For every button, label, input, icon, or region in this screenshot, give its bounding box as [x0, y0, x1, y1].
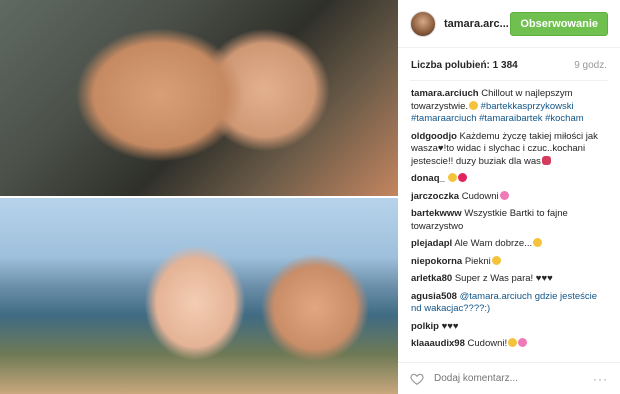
smile-emoji-icon [533, 238, 543, 247]
thumbs-up-emoji-icon [448, 173, 458, 182]
smile-emoji-icon [469, 100, 479, 110]
comments-list: tamara.arciuch Chillout w najlepszym tow… [398, 88, 620, 356]
photo-bottom-selfie [0, 198, 398, 394]
likes-row: Liczba polubień: 1 384 9 godz. [398, 60, 620, 71]
comment-text: Super z Was para! ♥♥♥ [454, 273, 553, 284]
comment-user[interactable]: agusia508 [411, 291, 457, 302]
comment-user[interactable]: plejadapl [411, 238, 452, 249]
comment-text: ♥♥♥ [441, 320, 459, 332]
comment-text: Ale Wam dobrze... [454, 238, 533, 249]
list-item: klaaaudix98 Cudowni! [411, 338, 607, 351]
likes-count[interactable]: Liczba polubień: 1 384 [411, 60, 518, 71]
comment-user[interactable]: jarczoczka [411, 191, 459, 202]
follow-button[interactable]: Obserwowanie [510, 11, 608, 36]
comment-user[interactable]: klaaaudix98 [411, 338, 465, 349]
divider [410, 80, 608, 81]
comment-text: Piekni [464, 255, 491, 267]
smile-emoji-icon [491, 255, 501, 265]
comment-user[interactable]: donaq_ [411, 173, 445, 184]
comment-user[interactable]: niepokorna [411, 256, 462, 267]
list-item: polkip ♥♥♥ [411, 321, 607, 334]
post-photo[interactable] [0, 0, 398, 394]
comment-bar: ··· [398, 362, 620, 394]
smile-emoji-icon [508, 338, 518, 347]
avatar[interactable] [410, 10, 436, 37]
comment-user[interactable]: bartekwww [411, 208, 462, 219]
heart-emoji-icon [458, 173, 468, 182]
list-item: arletka80 Super z Was para! ♥♥♥ [411, 273, 607, 286]
post-time[interactable]: 9 godz. [574, 60, 607, 71]
comment-text: Cudowni [461, 190, 499, 202]
comment-text: Cudowni! [467, 338, 508, 349]
list-item: bartekwww Wszystkie Bartki to fajne towa… [411, 208, 607, 233]
list-item: jarczoczka Cudowni [411, 190, 607, 204]
comment-user[interactable]: polkip [411, 321, 439, 332]
caption-user[interactable]: tamara.arciuch [411, 88, 479, 99]
sparkle-heart-emoji-icon [518, 338, 528, 347]
list-item: agusia508 @tamara.arciuch gdzie jesteści… [411, 291, 607, 316]
post-header: tamara.arc... Obserwowanie [398, 0, 620, 48]
more-options-icon[interactable]: ··· [593, 372, 608, 386]
comment-user[interactable]: arletka80 [411, 273, 452, 284]
kiss-emoji-icon [541, 155, 551, 165]
heart-icon[interactable] [410, 372, 424, 386]
list-item: oldgoodjo Każdemu życzę takiej miłości j… [411, 131, 607, 169]
list-item: donaq_ [411, 173, 607, 186]
username[interactable]: tamara.arc... [444, 18, 510, 30]
comment-input[interactable] [434, 373, 593, 384]
list-item: plejadapl Ale Wam dobrze... [411, 238, 607, 251]
comment-user[interactable]: oldgoodjo [411, 131, 457, 142]
photo-top-selfie [0, 0, 398, 198]
sparkle-heart-emoji-icon [499, 190, 509, 200]
list-item: niepokorna Piekni [411, 255, 607, 269]
caption: tamara.arciuch Chillout w najlepszym tow… [411, 88, 607, 126]
